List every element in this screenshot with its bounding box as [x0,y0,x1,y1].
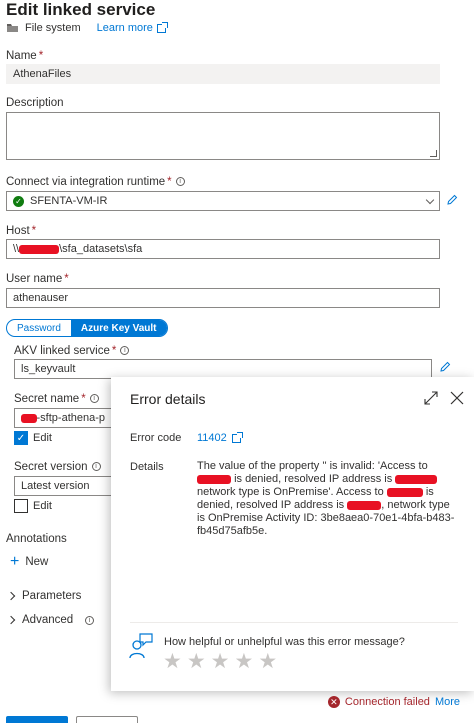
redaction-mark [19,244,60,254]
username-label: User name * [6,273,69,285]
plus-icon: + [10,553,20,570]
edit-pencil-icon[interactable] [446,194,458,206]
secret-name-label: Secret name * i [14,393,99,405]
chevron-down-icon [425,195,435,205]
learn-more-link[interactable]: Learn more [97,21,168,34]
runtime-label: Connect via integration runtime * i [6,176,185,188]
tab-password[interactable]: Password [7,320,71,336]
info-icon[interactable]: i [175,177,185,187]
info-icon[interactable]: i [85,615,95,625]
redaction-mark [347,500,382,510]
external-link-icon [156,21,168,33]
description-textarea[interactable] [6,112,440,160]
feedback-question: How helpful or unhelpful was this error … [164,636,405,648]
redaction-mark [197,474,231,484]
connection-status-text: Connection failed [344,696,430,708]
tab-azure-key-vault[interactable]: Azure Key Vault [70,320,167,336]
name-input[interactable]: AthenaFiles [6,64,440,84]
feedback-person-icon [129,633,153,659]
close-icon[interactable] [450,391,464,405]
redaction-mark [21,413,37,423]
star-icon[interactable]: ★ [211,651,230,672]
info-icon[interactable]: i [89,394,99,404]
redaction-mark [386,487,423,497]
advanced-expander[interactable]: Advanced i [6,614,95,626]
host-label: Host * [6,225,37,237]
secret-name-input[interactable]: -sftp-athena-p [14,408,111,428]
checkbox-unchecked-icon[interactable] [14,499,28,513]
username-input[interactable]: athenauser [6,288,440,308]
details-label: Details [130,461,164,473]
resize-handle-icon[interactable] [430,150,437,157]
secret-name-edit-checkbox[interactable]: ✓ Edit [14,431,52,445]
info-icon[interactable]: i [120,346,130,356]
info-icon[interactable]: i [91,462,101,472]
cancel-button[interactable] [76,716,138,723]
secret-version-label: Secret version i [14,461,101,473]
more-link[interactable]: More [435,696,460,708]
error-code-label: Error code [130,432,182,444]
star-icon[interactable]: ★ [163,651,182,672]
new-annotation-button[interactable]: + New [10,553,48,570]
description-label: Description [6,97,64,109]
error-panel-title: Error details [130,391,206,407]
service-type: File system Learn more [6,21,168,34]
expand-icon[interactable] [424,391,438,405]
star-icon[interactable]: ★ [234,651,253,672]
star-icon[interactable]: ★ [187,651,206,672]
name-label: Name * [6,50,44,62]
akv-label: AKV linked service * i [14,345,130,357]
parameters-expander[interactable]: Parameters [6,590,81,602]
connection-status: ✕ Connection failed More [327,696,460,708]
error-icon: ✕ [327,696,340,708]
akv-dropdown[interactable]: ls_keyvault [14,359,432,379]
secret-version-input[interactable]: Latest version [14,476,111,496]
success-check-icon: ✓ [13,195,24,207]
error-details-panel: Error details Error code 11402 Details T… [111,377,474,691]
checkbox-checked-icon[interactable]: ✓ [14,431,28,445]
chevron-right-icon [6,591,16,601]
host-input[interactable]: \\ \sfa_datasets\sfa [6,239,440,259]
service-type-label: File system [25,22,81,34]
annotations-label: Annotations [6,533,67,545]
edit-pencil-icon[interactable] [439,361,451,373]
chevron-right-icon [6,615,16,625]
apply-button[interactable] [6,716,68,723]
rating-stars[interactable]: ★ ★ ★ ★ ★ [163,651,277,672]
folder-icon [7,24,18,32]
divider [130,622,458,623]
runtime-dropdown[interactable]: ✓ SFENTA-VM-IR [6,191,440,211]
error-code-link[interactable]: 11402 [197,431,243,444]
redaction-mark [395,474,438,484]
star-icon[interactable]: ★ [258,651,277,672]
auth-type-toggle[interactable]: Password Azure Key Vault [6,319,168,337]
external-link-icon [231,431,243,443]
page-title: Edit linked service [6,0,156,19]
error-message: The value of the property '' is invalid:… [197,460,455,537]
secret-version-edit-checkbox[interactable]: Edit [14,499,52,513]
